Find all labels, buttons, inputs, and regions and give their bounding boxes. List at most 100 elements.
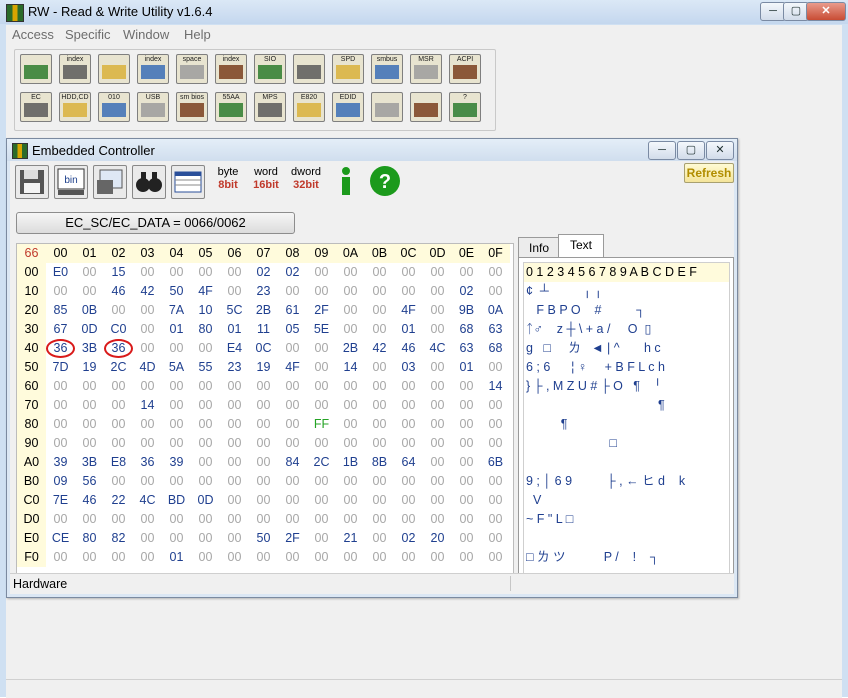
register-cell[interactable]: 00: [162, 339, 191, 358]
register-cell[interactable]: 7A: [162, 301, 191, 320]
register-cell[interactable]: 00: [365, 282, 394, 301]
register-cell[interactable]: 3B: [75, 453, 104, 472]
register-cell[interactable]: 15: [104, 263, 133, 282]
register-cell[interactable]: 00: [452, 453, 481, 472]
register-cell[interactable]: 00: [162, 510, 191, 529]
register-cell[interactable]: 00: [307, 472, 336, 491]
register-cell[interactable]: E0: [46, 263, 75, 282]
register-cell[interactable]: 00: [133, 434, 162, 453]
register-cell[interactable]: 4C: [133, 491, 162, 510]
ec-port-button[interactable]: EC_SC/EC_DATA = 0066/0062: [16, 212, 295, 234]
register-cell[interactable]: 00: [365, 358, 394, 377]
e820-icon[interactable]: E820: [293, 92, 325, 122]
register-cell[interactable]: 00: [191, 472, 220, 491]
register-cell[interactable]: 8B: [365, 453, 394, 472]
register-cell[interactable]: 00: [452, 510, 481, 529]
register-cell[interactable]: 00: [365, 548, 394, 567]
register-cell[interactable]: 00: [133, 548, 162, 567]
register-cell[interactable]: 4F: [191, 282, 220, 301]
register-cell[interactable]: 05: [278, 320, 307, 339]
smbios-icon[interactable]: sm bios: [176, 92, 208, 122]
register-cell[interactable]: 00: [278, 282, 307, 301]
register-cell[interactable]: 00: [365, 377, 394, 396]
register-cell[interactable]: 00: [481, 282, 510, 301]
register-cell[interactable]: 00: [104, 472, 133, 491]
register-cell[interactable]: 00: [104, 377, 133, 396]
register-cell[interactable]: 00: [220, 282, 249, 301]
register-cell[interactable]: 00: [220, 396, 249, 415]
ascii-text-view[interactable]: 0 1 2 3 4 5 6 7 8 9 A B C D E F ¢ ┴ ╷ ╷ …: [523, 262, 730, 589]
register-cell[interactable]: 00: [394, 282, 423, 301]
register-cell[interactable]: 00: [365, 320, 394, 339]
register-cell[interactable]: 80: [75, 529, 104, 548]
register-cell[interactable]: 00: [481, 358, 510, 377]
register-cell[interactable]: 00: [191, 396, 220, 415]
register-cell[interactable]: 01: [162, 320, 191, 339]
register-cell[interactable]: 00: [365, 510, 394, 529]
register-cell[interactable]: 3B: [75, 339, 104, 358]
register-cell[interactable]: 00: [104, 434, 133, 453]
register-cell[interactable]: 00: [220, 377, 249, 396]
register-cell[interactable]: 80: [191, 320, 220, 339]
register-cell[interactable]: 00: [46, 434, 75, 453]
register-cell[interactable]: 00: [46, 510, 75, 529]
register-cell[interactable]: 00: [336, 415, 365, 434]
register-cell[interactable]: 00: [278, 396, 307, 415]
register-cell[interactable]: 00: [307, 548, 336, 567]
register-cell[interactable]: 00: [452, 377, 481, 396]
ec-icon[interactable]: EC: [20, 92, 52, 122]
register-cell[interactable]: 00: [307, 358, 336, 377]
register-cell[interactable]: 00: [423, 358, 452, 377]
register-cell[interactable]: 2C: [307, 453, 336, 472]
register-cell[interactable]: 00: [336, 282, 365, 301]
register-cell[interactable]: 00: [104, 548, 133, 567]
save-icon[interactable]: [15, 165, 49, 199]
register-cell[interactable]: 39: [46, 453, 75, 472]
register-cell[interactable]: 14: [481, 377, 510, 396]
register-cell[interactable]: 00: [307, 377, 336, 396]
register-cell[interactable]: 00: [394, 510, 423, 529]
tab-text[interactable]: Text: [558, 234, 604, 258]
register-cell[interactable]: 2C: [104, 358, 133, 377]
register-cell[interactable]: 00: [452, 434, 481, 453]
register-cell[interactable]: 00: [365, 529, 394, 548]
register-cell[interactable]: 00: [336, 491, 365, 510]
register-cell[interactable]: 0A: [481, 301, 510, 320]
register-cell[interactable]: 5E: [307, 320, 336, 339]
oscilloscope-icon[interactable]: [293, 54, 325, 84]
register-cell[interactable]: 00: [452, 396, 481, 415]
register-cell[interactable]: 55: [191, 358, 220, 377]
dword-32bit-button[interactable]: dword 32bit: [289, 166, 323, 200]
register-cell[interactable]: 82: [104, 529, 133, 548]
register-cell[interactable]: 00: [133, 415, 162, 434]
register-cell[interactable]: 4F: [394, 301, 423, 320]
register-cell[interactable]: 00: [481, 263, 510, 282]
binoculars-icon[interactable]: [132, 165, 166, 199]
register-cell[interactable]: 84: [278, 453, 307, 472]
register-cell[interactable]: 02: [452, 282, 481, 301]
register-cell[interactable]: 00: [481, 396, 510, 415]
register-cell[interactable]: 00: [365, 415, 394, 434]
register-cell[interactable]: 00: [278, 434, 307, 453]
register-cell[interactable]: 00: [220, 472, 249, 491]
memory-index-icon[interactable]: index: [137, 54, 169, 84]
register-cell[interactable]: 2B: [336, 339, 365, 358]
register-cell[interactable]: 4D: [133, 358, 162, 377]
register-cell[interactable]: 4C: [423, 339, 452, 358]
register-cell[interactable]: 00: [481, 548, 510, 567]
word-16bit-button[interactable]: word 16bit: [250, 166, 282, 200]
register-cell[interactable]: 00: [46, 282, 75, 301]
register-cell[interactable]: 00: [278, 510, 307, 529]
register-cell[interactable]: 00: [249, 434, 278, 453]
register-cell[interactable]: 03: [394, 358, 423, 377]
register-cell[interactable]: 2B: [249, 301, 278, 320]
register-cell[interactable]: 00: [133, 320, 162, 339]
register-cell[interactable]: 39: [162, 453, 191, 472]
register-cell[interactable]: 00: [365, 434, 394, 453]
register-cell[interactable]: 00: [162, 263, 191, 282]
register-cell[interactable]: 00: [394, 491, 423, 510]
register-cell[interactable]: 00: [162, 396, 191, 415]
register-cell[interactable]: 36: [104, 339, 133, 358]
register-cell[interactable]: 14: [133, 396, 162, 415]
register-cell[interactable]: 00: [423, 396, 452, 415]
